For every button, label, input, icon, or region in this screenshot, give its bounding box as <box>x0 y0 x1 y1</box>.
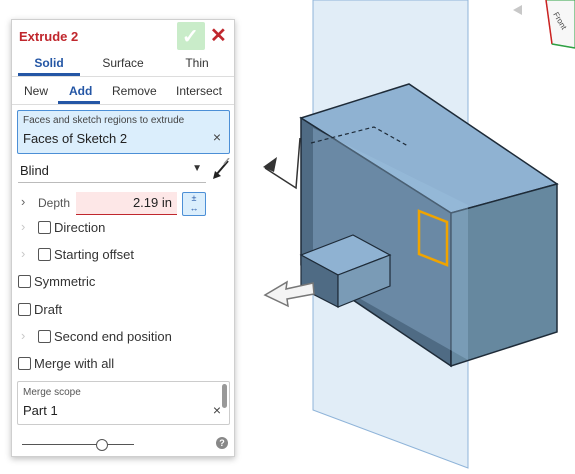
end-type-select[interactable]: Blind ▼ <box>18 160 206 183</box>
op-intersect[interactable]: Intersect <box>176 84 222 98</box>
second-end-label: Second end position <box>54 329 172 344</box>
chevron-right-icon: › <box>21 219 26 234</box>
faces-field-label: Faces and sketch regions to extrude <box>23 115 185 126</box>
second-end-row: › Second end position <box>12 326 234 350</box>
draft-label: Draft <box>34 302 63 317</box>
scrollbar[interactable] <box>222 384 227 408</box>
symmetric-checkbox[interactable] <box>18 275 31 288</box>
help-icon[interactable]: ? <box>216 437 228 449</box>
depth-row: › Depth 2.19 in ± ↔ <box>12 192 234 216</box>
draft-checkbox[interactable] <box>18 303 31 316</box>
symmetric-row: Symmetric <box>12 271 234 295</box>
op-new[interactable]: New <box>24 84 48 98</box>
dialog-header: Extrude 2 ✓ ✕ <box>12 20 234 52</box>
feature-rollback-slider[interactable] <box>22 439 134 451</box>
op-add[interactable]: Add <box>69 84 92 98</box>
depth-value: 2.19 in <box>132 195 172 210</box>
second-end-checkbox[interactable] <box>38 330 51 343</box>
direction-row: › Direction <box>12 217 234 241</box>
chevron-right-icon: › <box>21 246 26 261</box>
op-remove[interactable]: Remove <box>112 84 157 98</box>
tab-solid[interactable]: Solid <box>12 56 86 70</box>
direction-checkbox[interactable] <box>38 221 51 234</box>
clear-merge-scope-icon[interactable]: × <box>213 402 221 418</box>
merge-with-all-label: Merge with all <box>34 356 115 371</box>
direction-label: Direction <box>54 220 106 235</box>
merge-scope-value: Part 1 <box>23 403 58 418</box>
starting-offset-label: Starting offset <box>54 247 134 262</box>
depth-label: Depth <box>38 196 71 210</box>
chevron-right-icon: › <box>21 328 26 343</box>
active-operation-indicator <box>58 101 100 104</box>
starting-offset-row: › Starting offset <box>12 244 234 268</box>
faces-field-value: Faces of Sketch 2 <box>23 131 128 146</box>
merge-with-all-row: Merge with all <box>12 353 234 377</box>
extrude-dialog: Extrude 2 ✓ ✕ Solid Surface Thin New Add… <box>11 19 235 457</box>
dialog-title: Extrude 2 <box>19 29 79 44</box>
merge-scope-field[interactable]: Merge scope Part 1 × <box>17 381 230 425</box>
chevron-down-icon: ▼ <box>192 163 202 174</box>
body-type-tabs: Solid Surface Thin <box>12 52 234 77</box>
depth-input[interactable]: 2.19 in <box>76 192 177 215</box>
end-type-value: Blind <box>20 163 49 178</box>
direction-manipulator[interactable] <box>263 280 315 308</box>
clear-faces-icon[interactable]: × <box>213 129 221 145</box>
view-cube-rotate-arrow[interactable] <box>513 5 522 15</box>
slider-track <box>22 444 134 445</box>
dimension-toggle-icon[interactable]: ± ↔ <box>182 192 206 216</box>
depth-arrow-head[interactable] <box>263 157 277 172</box>
confirm-button[interactable]: ✓ <box>177 22 205 50</box>
tab-thin[interactable]: Thin <box>160 56 234 70</box>
faces-selection-field[interactable]: Faces and sketch regions to extrude Face… <box>17 110 230 154</box>
symmetric-label: Symmetric <box>34 274 96 289</box>
slider-knob[interactable] <box>96 439 108 451</box>
merge-scope-label: Merge scope <box>23 387 81 398</box>
tab-surface[interactable]: Surface <box>86 56 160 70</box>
active-tab-indicator <box>18 73 80 76</box>
flip-direction-icon[interactable] <box>211 158 231 182</box>
starting-offset-checkbox[interactable] <box>38 248 51 261</box>
chevron-right-icon[interactable]: › <box>21 194 25 209</box>
close-icon[interactable]: ✕ <box>210 23 227 48</box>
merge-with-all-checkbox[interactable] <box>18 357 31 370</box>
draft-row: Draft <box>12 299 234 323</box>
check-icon: ✓ <box>182 26 199 48</box>
operation-tabs: New Add Remove Intersect <box>12 80 234 105</box>
